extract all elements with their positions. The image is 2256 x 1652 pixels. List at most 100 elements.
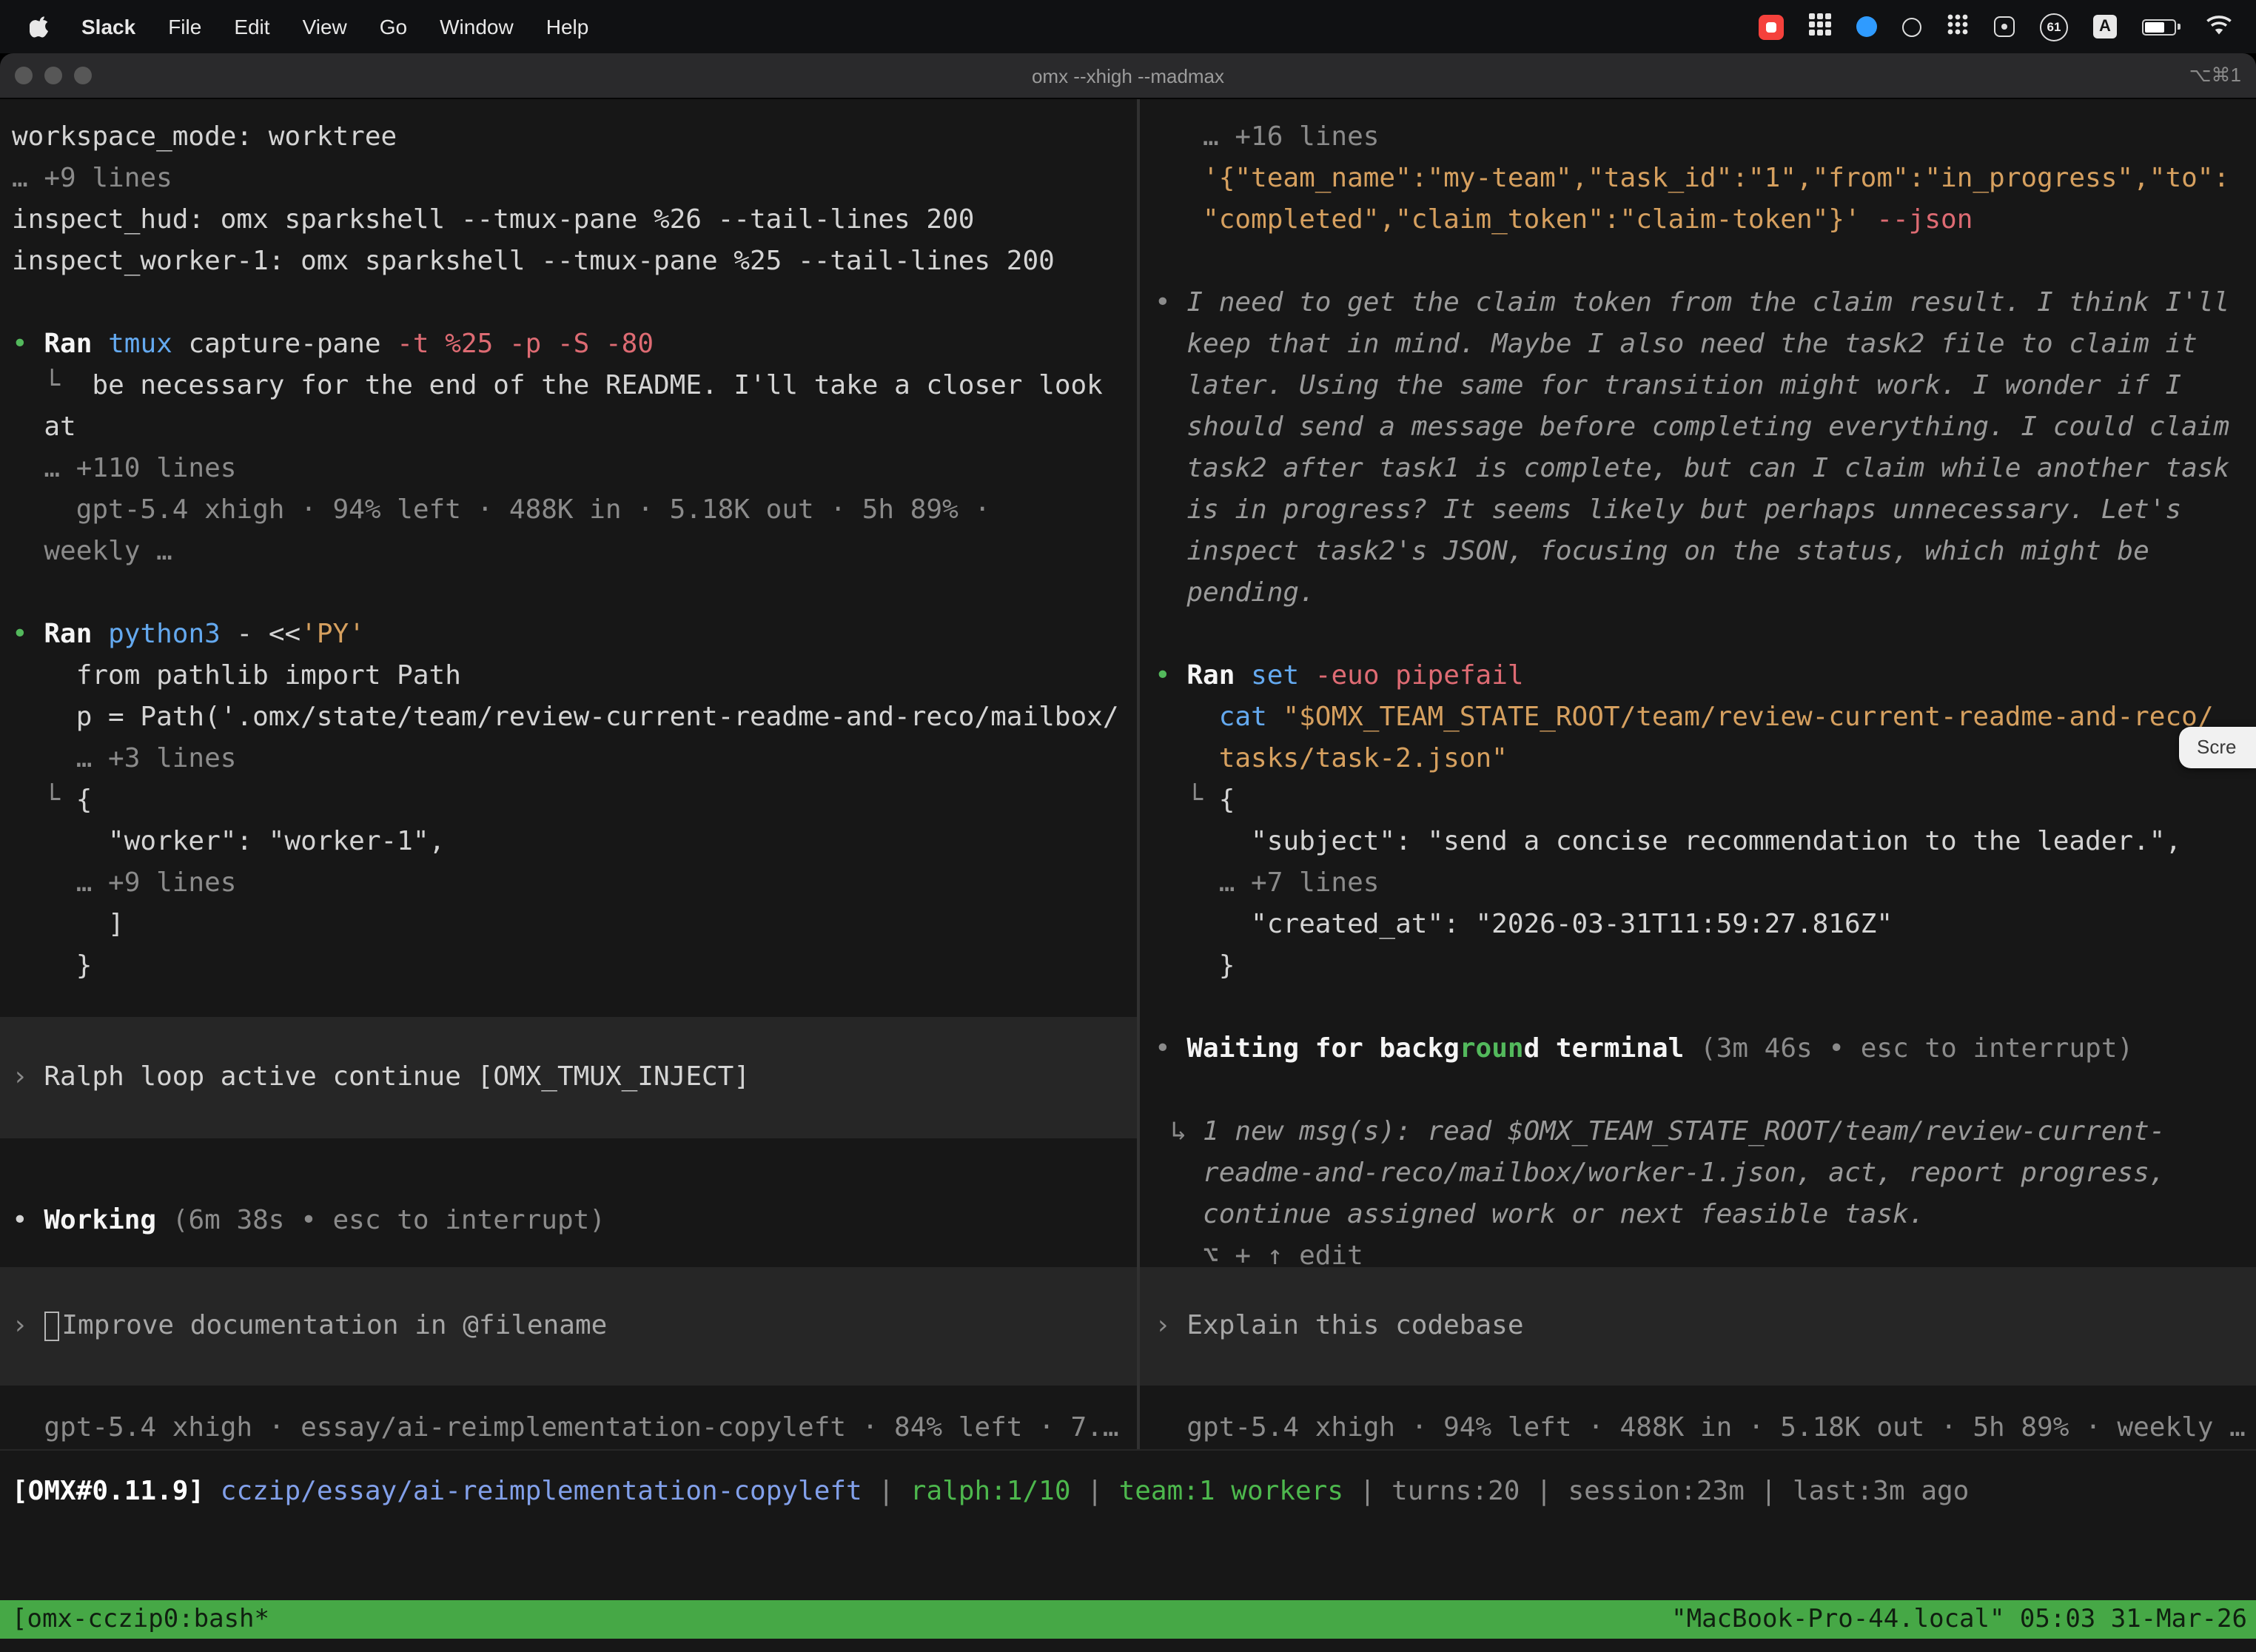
- text-segment: ↳: [1155, 1116, 1203, 1147]
- screenshot-notification-overlay[interactable]: Scre: [2179, 727, 2256, 768]
- wifi-icon[interactable]: [2206, 14, 2232, 39]
- menu-edit[interactable]: Edit: [218, 15, 286, 38]
- active-app-name[interactable]: Slack: [65, 15, 152, 38]
- text-segment: |: [1745, 1476, 1793, 1507]
- text-segment: [1155, 702, 1219, 733]
- terminal-line: later. Using the same for transition mig…: [1140, 366, 2256, 407]
- terminal-line: • Waiting for background terminal (3m 46…: [1140, 1029, 2256, 1070]
- utility-app-icon[interactable]: [1994, 16, 2015, 37]
- terminal-line: task2 after task1 is complete, but can I…: [1140, 449, 2256, 490]
- terminal-window: omx --xhigh --madmax ⌥⌘1 workspace_mode:…: [0, 53, 2256, 1652]
- text-segment: •: [1155, 287, 1186, 318]
- text-segment: Explain this codebase: [1186, 1310, 1523, 1341]
- text-segment: team:1 workers: [1119, 1476, 1343, 1507]
- text-segment: pending.: [1155, 577, 1315, 608]
- window-title-bar[interactable]: omx --xhigh --madmax ⌥⌘1: [0, 53, 2256, 99]
- terminal-line: "worker": "worker-1",: [0, 822, 1137, 863]
- text-segment: task2 after task1 is complete, but can I…: [1155, 453, 2229, 484]
- terminal-body[interactable]: workspace_mode: worktree… +9 linesinspec…: [0, 99, 2256, 1652]
- text-segment: … +7 lines: [1155, 867, 1379, 899]
- text-segment: weekly …: [12, 536, 172, 567]
- text-segment: gpt-5.4 xhigh · 94% left · 488K in · 5.1…: [1155, 1412, 2246, 1443]
- text-segment: later. Using the same for transition mig…: [1155, 370, 2181, 401]
- text-segment: (3m 46s • esc to interrupt): [1684, 1033, 2133, 1064]
- apple-menu[interactable]: [15, 15, 65, 38]
- blue-app-icon[interactable]: [1856, 16, 1877, 37]
- text-segment: Waiting for backg: [1186, 1033, 1459, 1064]
- menu-view[interactable]: View: [286, 15, 363, 38]
- text-segment: keep that in mind. Maybe I also need the…: [1155, 329, 2198, 360]
- terminal-line: inspect_hud: omx sparkshell --tmux-pane …: [0, 200, 1137, 241]
- text-segment: "completed","claim_token":"claim-token"}…: [1155, 204, 1861, 235]
- text-segment: [OMX#0.11.9]: [12, 1476, 221, 1507]
- input-source-icon[interactable]: A: [2093, 15, 2117, 38]
- battery-icon[interactable]: [2142, 19, 2181, 35]
- ring-app-icon[interactable]: [1902, 17, 1921, 36]
- apple-icon: [30, 15, 50, 38]
- menu-file[interactable]: File: [152, 15, 218, 38]
- right-pane-status-line: gpt-5.4 xhigh · 94% left · 488K in · 5.1…: [1140, 1408, 2256, 1449]
- text-segment: •: [1155, 1033, 1186, 1064]
- terminal-line: gpt-5.4 xhigh · 94% left · 488K in · 5.1…: [1140, 1408, 2256, 1449]
- text-segment: continue assigned work or next feasible …: [1155, 1199, 1924, 1230]
- terminal-line: cat "$OMX_TEAM_STATE_ROOT/team/review-cu…: [1140, 697, 2256, 739]
- terminal-line: gpt-5.4 xhigh · 94% left · 488K in · 5.1…: [0, 490, 1137, 531]
- menu-help[interactable]: Help: [530, 15, 605, 38]
- screen-recording-icon[interactable]: [1759, 14, 1784, 39]
- terminal-line: tasks/task-2.json": [1140, 739, 2256, 780]
- minimize-button[interactable]: [44, 67, 62, 84]
- text-segment: 'PY': [301, 619, 365, 650]
- terminal-line: [1140, 987, 2256, 1029]
- zoom-button[interactable]: [74, 67, 92, 84]
- text-segment: Ran: [44, 329, 108, 360]
- text-segment: inspect task2's JSON, focusing on the st…: [1155, 536, 2149, 567]
- text-segment: cczip/essay/ai-reimplementation-copyleft: [221, 1476, 862, 1507]
- text-segment: tasks/task-2.json": [1155, 743, 1508, 774]
- launchpad-dots-icon[interactable]: [1947, 13, 1969, 40]
- screen: Slack File Edit View Go Window Help 61 A: [0, 0, 2256, 1652]
- text-segment: last:3m ago: [1793, 1476, 1969, 1507]
- terminal-line: [1140, 614, 2256, 656]
- terminal-line: … +9 lines: [0, 863, 1137, 904]
- text-cursor: [44, 1312, 58, 1341]
- text-segment: from pathlib import Path: [12, 660, 461, 691]
- text-segment: •: [12, 329, 44, 360]
- battery-percent-icon[interactable]: 61: [2040, 13, 2068, 41]
- text-segment: 1 new msg(s): read $OMX_TEAM_STATE_ROOT/…: [1203, 1116, 2165, 1147]
- terminal-line: at: [0, 407, 1137, 449]
- working-status: • Working (6m 38s • esc to interrupt): [0, 1201, 1137, 1242]
- text-segment: "worker": "worker-1",: [12, 826, 445, 857]
- terminal-line: from pathlib import Path: [0, 656, 1137, 697]
- terminal-line: "completed","claim_token":"claim-token"}…: [1140, 200, 2256, 241]
- text-segment: ]: [12, 909, 124, 940]
- text-segment: --json: [1861, 204, 1973, 235]
- text-segment: (6m 38s • esc to interrupt): [156, 1205, 605, 1236]
- text-segment: roun: [1460, 1033, 1524, 1064]
- right-pane[interactable]: … +16 lines '{"team_name":"my-team","tas…: [1140, 99, 2256, 1449]
- text-segment: ›: [1155, 1310, 1186, 1341]
- text-segment: •: [12, 1205, 44, 1236]
- left-prompt-input[interactable]: › Improve documentation in @filename: [0, 1267, 1137, 1386]
- app-grid-icon[interactable]: [1809, 13, 1831, 40]
- terminal-line: }: [1140, 946, 2256, 987]
- text-segment: capture-pane: [172, 329, 397, 360]
- text-segment: '{"team_name":"my-team","task_id":"1","f…: [1155, 163, 2229, 194]
- menu-window[interactable]: Window: [423, 15, 530, 38]
- text-segment: -t %25 -p -S -80: [397, 329, 654, 360]
- text-segment: }: [12, 950, 92, 981]
- right-prompt-input[interactable]: › Explain this codebase: [1140, 1267, 2256, 1386]
- terminal-line: continue assigned work or next feasible …: [1140, 1195, 2256, 1236]
- terminal-line: [0, 283, 1137, 324]
- menu-go[interactable]: Go: [363, 15, 423, 38]
- close-button[interactable]: [15, 67, 33, 84]
- text-segment: d terminal: [1524, 1033, 1685, 1064]
- terminal-line: … +9 lines: [0, 158, 1137, 200]
- terminal-line: inspect task2's JSON, focusing on the st…: [1140, 531, 2256, 573]
- left-pane[interactable]: workspace_mode: worktree… +9 linesinspec…: [0, 99, 1137, 1449]
- text-segment: |: [862, 1476, 910, 1507]
- terminal-line: └ be necessary for the end of the README…: [0, 366, 1137, 407]
- terminal-bottom-spacer: [0, 1513, 2256, 1600]
- battery-body: [2142, 19, 2176, 35]
- menu-bar-status-items: 61 A: [1759, 13, 2241, 41]
- text-segment: }: [1155, 950, 1235, 981]
